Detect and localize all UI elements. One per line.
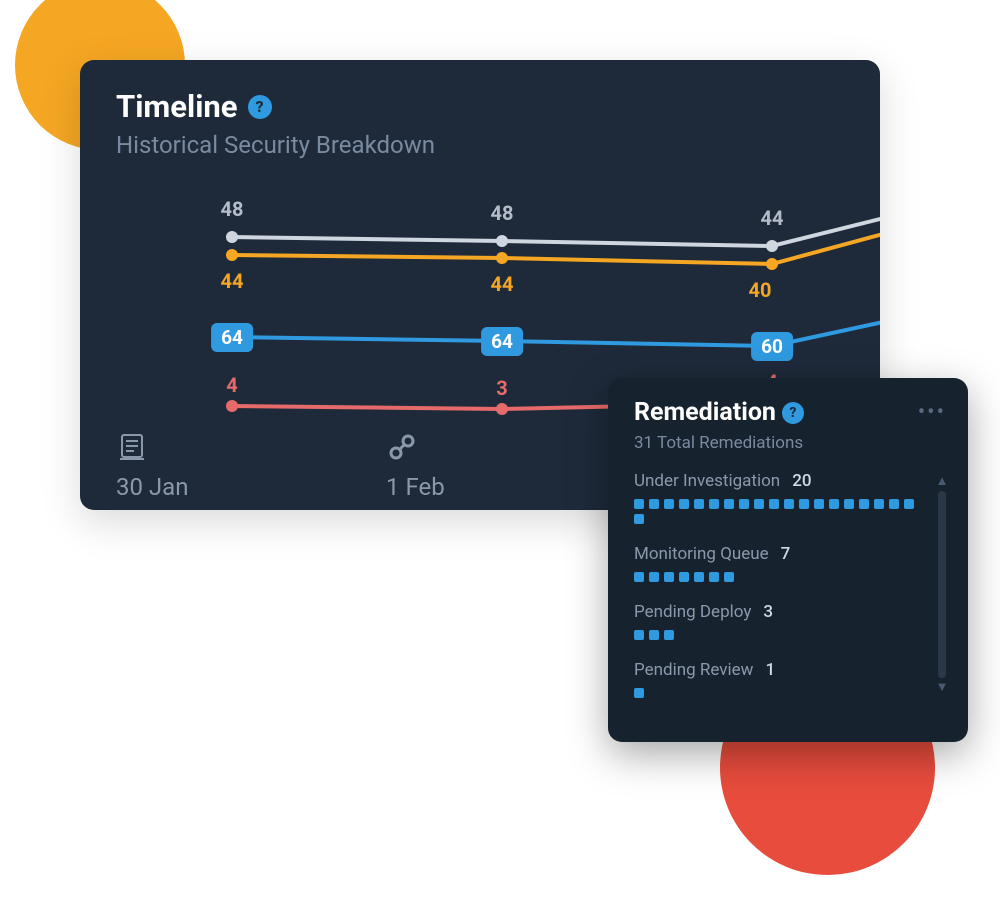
remed-item-pending-deploy: Pending Deploy 3: [634, 602, 928, 640]
remed-item-pending-review: Pending Review 1: [634, 660, 928, 698]
scroll-down-icon[interactable]: ▼: [936, 681, 949, 694]
remediation-list: Under Investigation 20 Monitoring Queue …: [634, 471, 946, 698]
chart-label-orange-2: 40: [749, 278, 772, 302]
remed-label: Pending Deploy: [634, 602, 751, 622]
xaxis-label-1: 1 Feb: [386, 473, 445, 501]
chart-label-blue-0: 64: [211, 323, 253, 352]
scroll-track[interactable]: [938, 491, 946, 678]
remediation-subtitle: 31 Total Remediations: [634, 433, 946, 453]
chart-label-grey-2: 44: [761, 206, 784, 230]
chart-label-grey-0: 48: [221, 197, 244, 221]
xaxis-label-0: 30 Jan: [116, 473, 188, 501]
remed-value: 3: [763, 602, 773, 622]
help-icon[interactable]: ?: [248, 95, 272, 119]
remediation-title: Remediation: [634, 398, 776, 427]
remed-dots: [634, 572, 928, 582]
remed-dots: [634, 630, 928, 640]
scroll-up-icon[interactable]: ▲: [936, 475, 949, 488]
timeline-title: Timeline: [116, 88, 238, 125]
timeline-subtitle: Historical Security Breakdown: [80, 125, 880, 159]
remed-item-monitoring-queue: Monitoring Queue 7: [634, 544, 928, 582]
chart-label-grey-1: 48: [491, 201, 514, 225]
remediation-card: Remediation ? ••• 31 Total Remediations …: [608, 378, 968, 742]
chart-label-orange-1: 44: [491, 272, 514, 296]
help-icon[interactable]: ?: [782, 402, 804, 424]
chart-label-blue-1: 64: [481, 327, 523, 356]
remed-dots: [634, 688, 928, 698]
remed-value: 20: [792, 471, 811, 491]
link-icon: [386, 429, 418, 465]
chart-label-blue-2: 60: [751, 332, 793, 361]
more-icon[interactable]: •••: [918, 400, 946, 425]
remed-value: 7: [781, 544, 791, 564]
remed-dots: [634, 499, 928, 524]
remed-label: Pending Review: [634, 660, 753, 680]
remed-value: 1: [765, 660, 775, 680]
remed-item-under-investigation: Under Investigation 20: [634, 471, 928, 524]
scrollbar[interactable]: ▲ ▼: [936, 475, 948, 694]
chart-label-orange-0: 44: [221, 269, 244, 293]
remed-label: Monitoring Queue: [634, 544, 769, 564]
remed-label: Under Investigation: [634, 471, 780, 491]
document-icon: [116, 429, 148, 465]
xaxis-col-0: 30 Jan: [116, 429, 386, 501]
chart-label-red-0: 4: [226, 373, 237, 397]
chart-label-red-1: 3: [496, 376, 507, 400]
